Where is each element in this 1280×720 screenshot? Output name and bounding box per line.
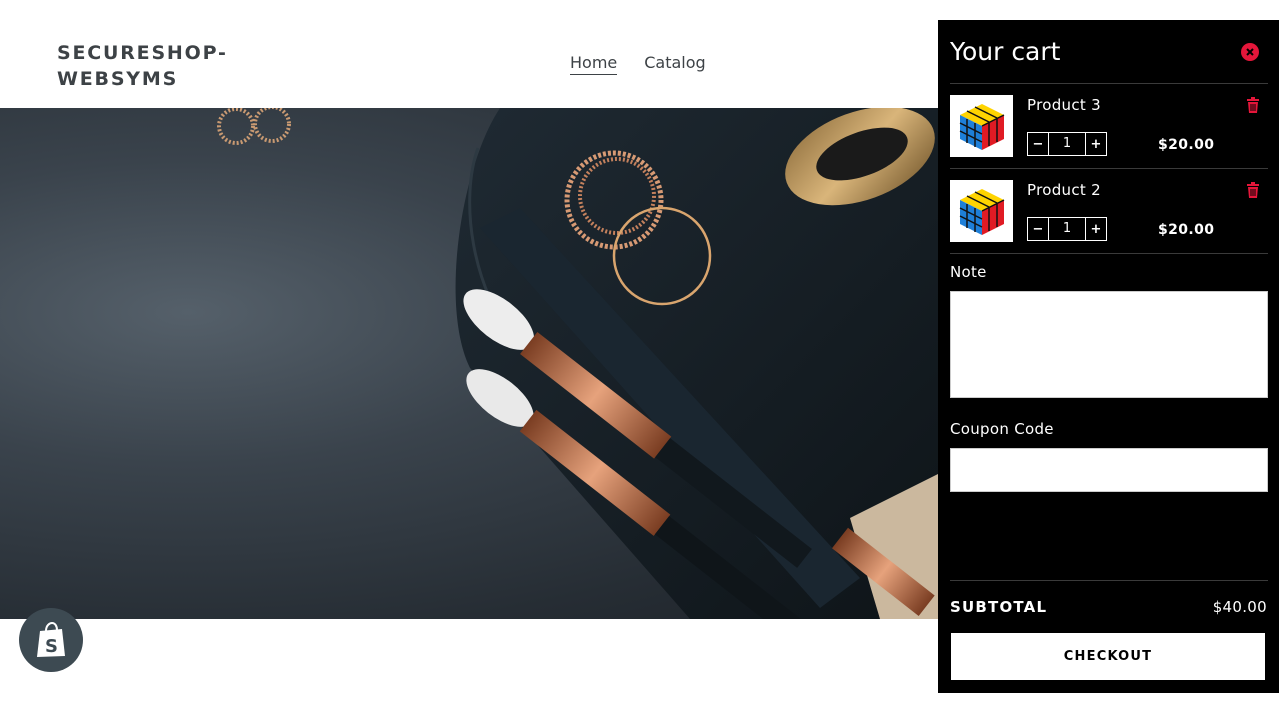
qty-value[interactable]: 1	[1049, 218, 1085, 240]
qty-increase-button[interactable]: +	[1085, 218, 1106, 240]
qty-value[interactable]: 1	[1049, 133, 1085, 155]
qty-increase-button[interactable]: +	[1085, 133, 1106, 155]
cart-drawer: Your cart Product 3 − 1 + $20.00 Product…	[938, 20, 1279, 693]
product-name[interactable]: Product 3	[1027, 96, 1101, 114]
qty-decrease-button[interactable]: −	[1028, 133, 1049, 155]
divider	[950, 168, 1268, 169]
item-price: $20.00	[1158, 137, 1215, 153]
nav-link-catalog[interactable]: Catalog	[644, 53, 705, 75]
product-thumbnail[interactable]	[950, 95, 1013, 157]
divider	[950, 83, 1268, 84]
quantity-stepper: − 1 +	[1027, 132, 1107, 156]
subtotal-label: SUBTOTAL	[950, 598, 1048, 616]
item-price: $20.00	[1158, 222, 1215, 238]
cart-item: Product 3 − 1 + $20.00	[950, 95, 1268, 159]
divider	[950, 580, 1268, 581]
cart-title: Your cart	[950, 37, 1061, 66]
close-icon[interactable]	[1241, 43, 1259, 61]
svg-text:S: S	[45, 636, 58, 657]
coupon-label: Coupon Code	[950, 420, 1054, 438]
rubiks-cube-icon	[959, 104, 1004, 150]
nav-link-home[interactable]: Home	[570, 53, 618, 75]
checkout-button[interactable]: CHECKOUT	[951, 633, 1265, 680]
hero-image	[0, 108, 940, 619]
subtotal-value: $40.00	[1212, 598, 1267, 616]
main-nav: Home Catalog	[570, 53, 706, 75]
quantity-stepper: − 1 +	[1027, 217, 1107, 241]
qty-decrease-button[interactable]: −	[1028, 218, 1049, 240]
divider	[950, 253, 1268, 254]
product-thumbnail[interactable]	[950, 180, 1013, 242]
cart-item: Product 2 − 1 + $20.00	[950, 180, 1268, 244]
hero-photo	[217, 108, 940, 619]
shopify-bag-icon: S	[37, 621, 65, 657]
note-label: Note	[950, 263, 987, 281]
note-textarea[interactable]	[950, 291, 1268, 398]
product-name[interactable]: Product 2	[1027, 181, 1101, 199]
trash-icon[interactable]	[1246, 97, 1260, 113]
trash-icon[interactable]	[1246, 182, 1260, 198]
rubiks-cube-icon	[959, 189, 1004, 235]
shopify-badge[interactable]: S	[19, 608, 83, 672]
coupon-input[interactable]	[950, 448, 1268, 492]
store-logo[interactable]: SECURESHOP-WEBSYMS	[57, 40, 277, 92]
